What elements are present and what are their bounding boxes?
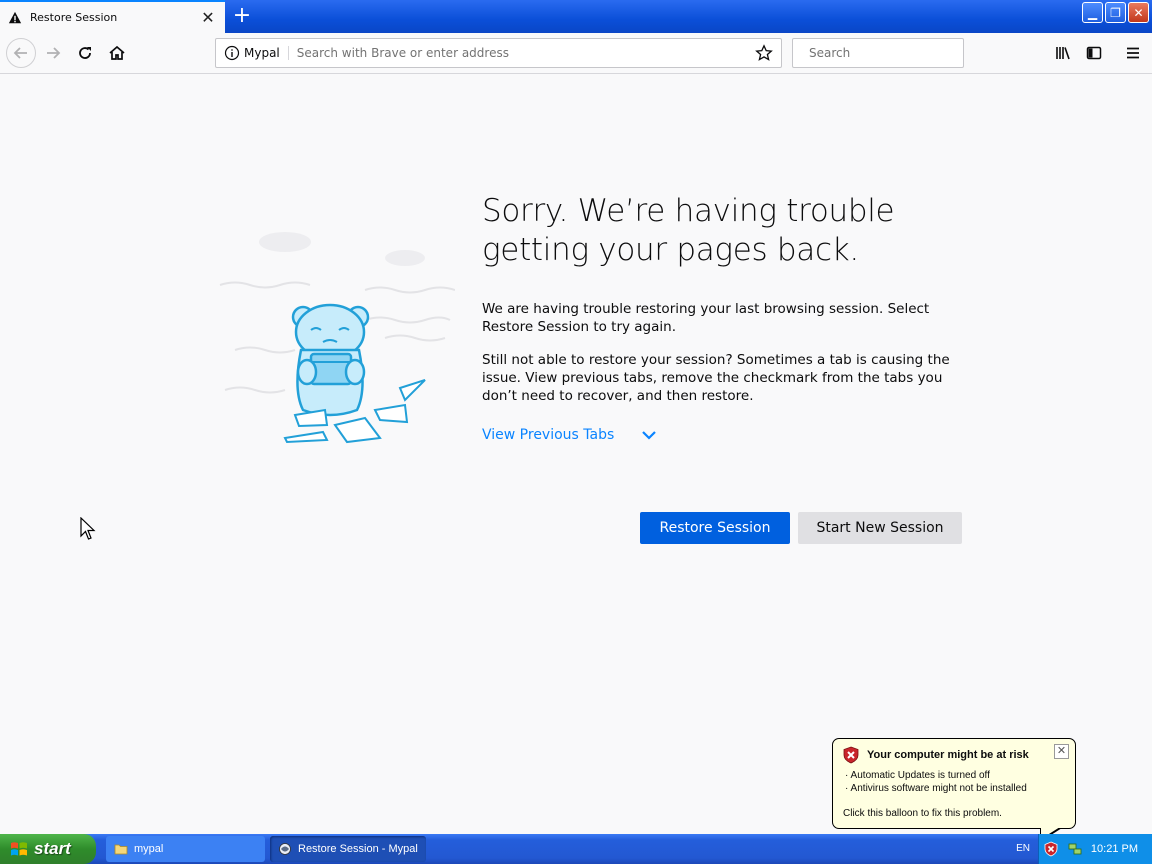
network-icon[interactable] <box>1067 841 1083 857</box>
taskbar-item-mypal-folder[interactable]: mypal <box>106 836 265 862</box>
balloon-warnings: · Automatic Updates is turned off · Anti… <box>843 769 1065 795</box>
back-button[interactable] <box>6 38 36 68</box>
mouse-cursor-icon <box>80 517 96 540</box>
balloon-header: Your computer might be at risk <box>843 746 1065 764</box>
taskbar: start mypal Restore Session - Mypal EN 1… <box>0 834 1152 864</box>
security-shield-icon <box>843 746 859 764</box>
security-balloon[interactable]: Your computer might be at risk ✕ · Autom… <box>832 738 1076 829</box>
sidebar-icon <box>1086 46 1102 60</box>
balloon-warning-updates: · Automatic Updates is turned off <box>845 770 990 781</box>
bookmark-star-icon[interactable] <box>755 44 773 62</box>
menu-button[interactable] <box>1118 38 1148 68</box>
library-button[interactable] <box>1048 38 1078 68</box>
library-icon <box>1056 47 1070 60</box>
address-bar[interactable]: Mypal <box>215 38 782 68</box>
security-alert-icon[interactable] <box>1043 841 1059 857</box>
start-new-session-button[interactable]: Start New Session <box>798 512 962 544</box>
home-button[interactable] <box>102 38 132 68</box>
search-input[interactable] <box>809 46 959 60</box>
clock: 10:21 PM <box>1090 843 1138 855</box>
address-input[interactable] <box>296 46 755 60</box>
balloon-title: Your computer might be at risk <box>867 749 1029 761</box>
view-previous-tabs-label: View Previous Tabs <box>482 427 615 443</box>
folder-icon <box>114 844 128 855</box>
start-label: start <box>34 839 71 858</box>
title-line-1: Sorry. We’re having trouble <box>482 193 895 229</box>
language-indicator[interactable]: EN <box>1016 843 1030 854</box>
hamburger-menu-icon <box>1127 47 1139 59</box>
tab-close-icon[interactable]: ✕ <box>199 8 217 27</box>
balloon-warning-antivirus: · Antivirus software might not be instal… <box>845 783 1027 794</box>
reload-icon <box>79 47 91 59</box>
tab-title: Restore Session <box>30 11 118 24</box>
close-window-button[interactable]: ✕ <box>1128 2 1149 23</box>
taskbar-item-restore-session[interactable]: Restore Session - Mypal <box>270 836 426 862</box>
taskbar-item-label: mypal <box>134 843 164 855</box>
chevron-down-icon <box>642 431 657 440</box>
identity-label: Mypal <box>244 46 289 60</box>
maximize-button[interactable]: ❐ <box>1105 2 1126 23</box>
page-title: Sorry. We’re having trouble getting your… <box>482 192 952 270</box>
view-previous-tabs-toggle[interactable]: View Previous Tabs <box>482 426 658 444</box>
balloon-fix-text: Click this balloon to fix this problem. <box>843 808 1002 819</box>
troubleshoot-description: Still not able to restore your session? … <box>482 352 950 404</box>
forward-arrow-icon <box>47 47 61 59</box>
start-new-session-label: Start New Session <box>816 520 944 536</box>
warning-icon <box>8 11 22 23</box>
mypal-browser-icon <box>279 843 291 855</box>
forward-button[interactable] <box>38 38 68 68</box>
window-controls: ▁ ❐ ✕ <box>1082 2 1149 23</box>
search-bar[interactable] <box>792 38 964 68</box>
new-tab-button[interactable]: + <box>229 3 255 29</box>
balloon-close-icon[interactable]: ✕ <box>1054 744 1069 759</box>
start-button[interactable]: start <box>0 834 96 864</box>
title-line-2: getting your pages back. <box>482 232 859 268</box>
reload-button[interactable] <box>70 38 100 68</box>
sidebar-button[interactable] <box>1079 38 1109 68</box>
restore-description: We are having trouble restoring your las… <box>482 301 930 335</box>
system-tray: 10:21 PM <box>1038 834 1152 864</box>
tab-restore-session[interactable]: Restore Session ✕ <box>0 0 225 33</box>
sad-bear-illustration <box>219 232 455 444</box>
windows-flag-icon <box>11 842 27 856</box>
navigation-toolbar: Mypal <box>0 33 1152 74</box>
restore-session-label: Restore Session <box>659 520 771 536</box>
restore-session-button[interactable]: Restore Session <box>640 512 790 544</box>
tab-strip: Restore Session ✕ + ▁ ❐ ✕ <box>0 0 1152 33</box>
minimize-button[interactable]: ▁ <box>1082 2 1103 23</box>
info-icon[interactable] <box>224 45 240 61</box>
taskbar-item-label: Restore Session - Mypal <box>298 843 418 855</box>
home-icon <box>109 45 125 60</box>
back-arrow-icon <box>13 47 27 59</box>
